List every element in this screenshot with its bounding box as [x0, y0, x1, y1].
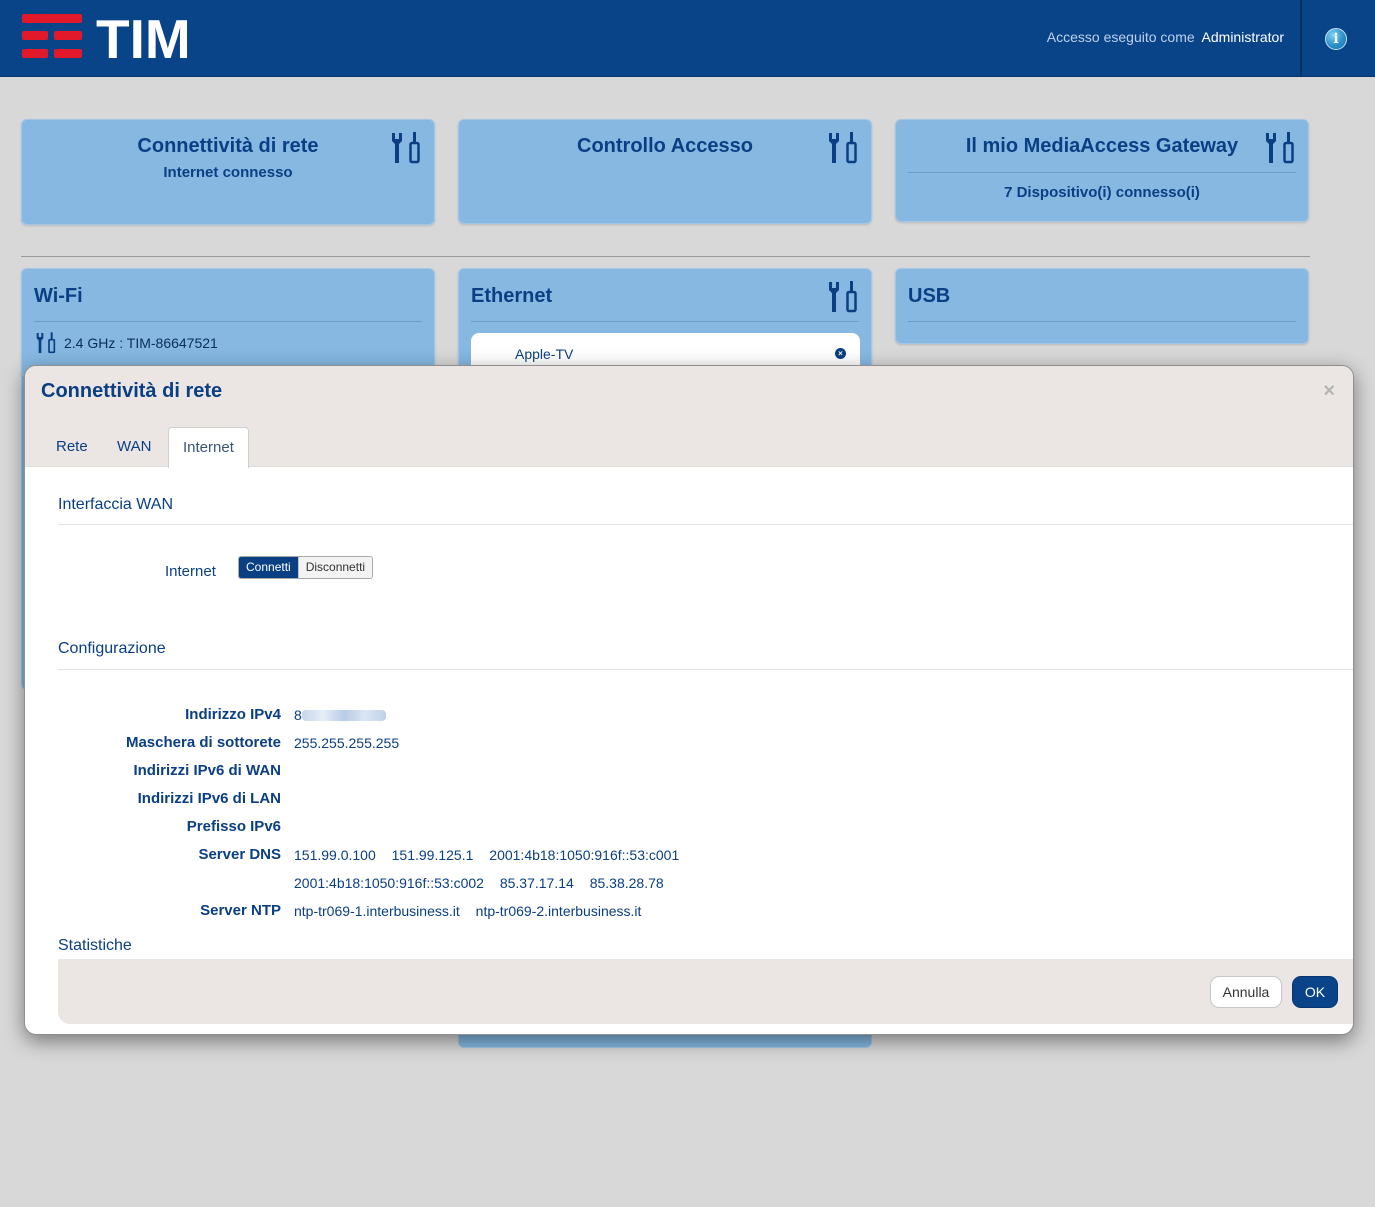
wifi-network-row[interactable]: 2.4 GHz : TIM-86647521: [34, 331, 218, 355]
tile-wifi[interactable]: Wi-Fi 2.4 GHz : TIM-86647521: [21, 268, 435, 378]
ipv4-value: 8: [294, 707, 398, 723]
subnet-mask-label: Maschera di sottorete: [125, 734, 281, 751]
wifi-network-label: 2.4 GHz : TIM-86647521: [64, 335, 218, 351]
device-name: Apple-TV: [515, 346, 574, 362]
ntp-server: ntp-tr069-2.interbusiness.it: [475, 903, 642, 919]
tile-title: USB: [908, 285, 951, 307]
wrench-screwdriver-icon[interactable]: [825, 280, 861, 314]
tile-divider: [908, 172, 1296, 173]
section-configuration: Configurazione: [58, 640, 166, 657]
dns-server: 2001:4b18:1050:916f::53:c001: [489, 847, 680, 863]
dns-values-line-1: 151.99.0.100 151.99.125.1 2001:4b18:1050…: [294, 847, 691, 863]
subnet-mask-value: 255.255.255.255: [294, 735, 400, 751]
info-icon[interactable]: i: [1325, 28, 1347, 50]
connect-option[interactable]: Connetti: [239, 557, 298, 578]
ipv6-lan-label: Indirizzi IPv6 di LAN: [137, 790, 281, 807]
dns-server: 85.37.17.14: [499, 875, 574, 891]
login-prefix: Accesso eseguito come: [1046, 29, 1195, 45]
wrench-screwdriver-icon[interactable]: [825, 131, 861, 165]
tile-divider: [908, 321, 1296, 322]
section-wan-interface: Interfaccia WAN: [58, 496, 173, 513]
tile-title: Wi-Fi: [34, 285, 83, 307]
ntp-server: ntp-tr069-1.interbusiness.it: [294, 903, 460, 919]
tab-rete[interactable]: Rete: [56, 438, 88, 455]
tab-internet[interactable]: Internet: [168, 427, 249, 468]
tile-divider: [34, 321, 422, 322]
section-statistics: Statistiche: [58, 937, 132, 954]
tile-title: Ethernet: [471, 285, 553, 307]
ipv6-prefix-label: Prefisso IPv6: [186, 818, 281, 835]
tile-network-connectivity[interactable]: Connettività di rete Internet connesso: [21, 119, 435, 225]
ntp-label: Server NTP: [200, 902, 281, 919]
tile-my-gateway[interactable]: Il mio MediaAccess Gateway 7 Dispositivo…: [895, 119, 1309, 222]
dns-values-line-2: 2001:4b18:1050:916f::53:c002 85.37.17.14…: [294, 875, 676, 891]
ok-button[interactable]: OK: [1292, 976, 1338, 1008]
dns-label: Server DNS: [198, 846, 281, 863]
internet-label: Internet: [165, 563, 216, 580]
tim-logo: TIM: [22, 14, 212, 60]
section-divider: [21, 256, 1310, 257]
dns-server: 151.99.0.100: [294, 847, 376, 863]
modal-header: Connettività di rete × Rete WAN Internet: [25, 366, 1353, 468]
tab-wan[interactable]: WAN: [117, 438, 151, 455]
disconnect-option[interactable]: Disconnetti: [297, 557, 373, 578]
svg-text:TIM: TIM: [96, 14, 191, 60]
modal-title: Connettività di rete: [41, 380, 223, 402]
tile-divider: [471, 321, 859, 322]
internet-connect-toggle[interactable]: Connetti Disconnetti: [238, 556, 374, 579]
dns-server: 151.99.125.1: [391, 847, 474, 863]
remove-device-icon[interactable]: ×: [835, 348, 846, 359]
tile-access-control[interactable]: Controllo Accesso: [458, 119, 872, 224]
tile-subtitle: 7 Dispositivo(i) connesso(i): [1004, 184, 1200, 201]
network-connectivity-modal: Connettività di rete × Rete WAN Internet…: [24, 365, 1354, 1035]
section-divider: [58, 669, 1353, 670]
tile-ethernet[interactable]: Ethernet Apple-TV ×: [458, 268, 872, 378]
login-user[interactable]: Administrator: [1202, 29, 1284, 45]
ipv4-label: Indirizzo IPv4: [185, 706, 281, 723]
ipv4-prefix: 8: [294, 707, 302, 723]
top-header: TIM Accesso eseguito come Administrator …: [0, 0, 1375, 77]
close-icon[interactable]: ×: [1323, 380, 1335, 403]
tile-title: Il mio MediaAccess Gateway: [965, 135, 1239, 157]
login-info: Accesso eseguito come Administrator: [1047, 29, 1284, 45]
section-divider: [58, 524, 1353, 525]
ntp-values: ntp-tr069-1.interbusiness.it ntp-tr069-2…: [294, 903, 653, 919]
ipv6-wan-label: Indirizzi IPv6 di WAN: [133, 762, 281, 779]
wrench-screwdriver-icon[interactable]: [388, 131, 424, 165]
redacted-ip: [301, 710, 386, 721]
modal-footer: Annulla OK: [58, 959, 1353, 1024]
tile-title: Connettività di rete: [137, 135, 319, 157]
wrench-screwdriver-icon[interactable]: [34, 331, 58, 355]
dns-server: 2001:4b18:1050:916f::53:c002: [294, 875, 484, 891]
wrench-screwdriver-icon[interactable]: [1262, 131, 1298, 165]
header-divider: [1300, 0, 1302, 77]
cancel-button[interactable]: Annulla: [1210, 976, 1282, 1008]
tile-usb[interactable]: USB: [895, 268, 1309, 344]
dns-server: 85.38.28.78: [589, 875, 664, 891]
tile-title: Controllo Accesso: [577, 135, 753, 157]
tile-subtitle: Internet connesso: [163, 164, 293, 181]
